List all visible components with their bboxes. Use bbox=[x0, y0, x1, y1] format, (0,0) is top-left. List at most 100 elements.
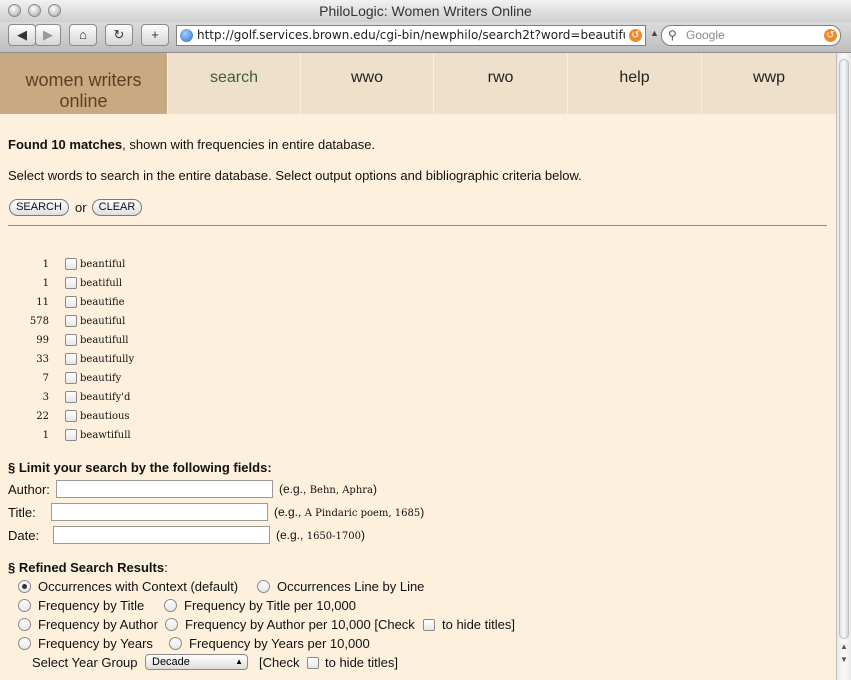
search-magnifier-icon: ⚲ bbox=[668, 28, 677, 42]
radio-freq-author[interactable] bbox=[18, 618, 31, 631]
opt-freq-years-10k-label: Frequency by Years per 10,000 bbox=[189, 636, 370, 651]
radio-freq-title-10k[interactable] bbox=[164, 599, 177, 612]
opt-freq-title-10k-label: Frequency by Title per 10,000 bbox=[184, 598, 356, 613]
refined-heading-text: § Refined Search Results bbox=[8, 560, 165, 575]
author-label: Author: bbox=[8, 482, 50, 497]
date-field[interactable] bbox=[53, 526, 270, 544]
clear-button[interactable]: CLEAR bbox=[92, 199, 142, 216]
word-checkbox[interactable] bbox=[65, 277, 77, 289]
year-group-value: Decade bbox=[152, 656, 190, 668]
google-search-placeholder: Google bbox=[686, 28, 725, 42]
address-text: http://golf.services.brown.edu/cgi-bin/n… bbox=[197, 28, 625, 42]
title-label: Title: bbox=[8, 505, 36, 520]
word-checkbox[interactable] bbox=[65, 258, 77, 270]
author-example-value: Behn, Aphra bbox=[309, 485, 374, 496]
nav-tab-wwp[interactable]: wwp bbox=[701, 53, 836, 114]
radio-freq-years-10k[interactable] bbox=[169, 637, 182, 650]
back-button[interactable]: ◀ bbox=[8, 24, 36, 46]
scrollbar-thumb[interactable] bbox=[839, 59, 849, 639]
title-example-prefix: (e.g., bbox=[274, 505, 302, 519]
or-text: or bbox=[75, 200, 87, 215]
instructions: Select words to search in the entire dat… bbox=[8, 168, 582, 183]
google-search-field[interactable]: ⚲ Google ↺ bbox=[661, 25, 841, 46]
list-item: 578 beautiful bbox=[0, 312, 300, 331]
window-title: PhiloLogic: Women Writers Online bbox=[319, 3, 532, 19]
add-bookmark-button[interactable]: + bbox=[141, 24, 169, 46]
word-count: 11 bbox=[36, 297, 49, 308]
list-item: 3 beautify'd bbox=[0, 388, 300, 407]
list-item: 99 beautifull bbox=[0, 331, 300, 350]
reload-button[interactable]: ↻ bbox=[105, 24, 133, 46]
logo-line-2: online bbox=[59, 91, 108, 111]
year-group-select[interactable]: Decade ▲ bbox=[145, 654, 248, 670]
author-field[interactable] bbox=[56, 480, 273, 498]
search-snapback-icon[interactable]: ↺ bbox=[824, 29, 837, 42]
word-count: 7 bbox=[42, 373, 49, 384]
year-check-label: [Check bbox=[259, 655, 300, 670]
forward-button[interactable]: ▶ bbox=[35, 24, 61, 46]
list-item: 1 beatifull bbox=[0, 274, 300, 293]
word-label: beautify bbox=[80, 373, 122, 384]
search-button[interactable]: SEARCH bbox=[9, 199, 69, 216]
page-content: women writers online search wwo rwo help… bbox=[0, 53, 836, 680]
refined-heading-colon: : bbox=[164, 560, 168, 575]
word-checkbox[interactable] bbox=[65, 372, 77, 384]
word-checkbox[interactable] bbox=[65, 391, 77, 403]
address-bar[interactable]: http://golf.services.brown.edu/cgi-bin/n… bbox=[176, 25, 646, 46]
word-checkbox[interactable] bbox=[65, 315, 77, 327]
word-label: beautious bbox=[80, 411, 130, 422]
list-item: 1 beawtifull bbox=[0, 426, 300, 445]
word-label: beautifull bbox=[80, 335, 129, 346]
plus-icon: + bbox=[151, 27, 159, 42]
word-checkbox[interactable] bbox=[65, 334, 77, 346]
word-checkbox[interactable] bbox=[65, 353, 77, 365]
reload-icon: ↻ bbox=[113, 27, 125, 42]
nav-tab-rwo[interactable]: rwo bbox=[433, 53, 567, 114]
home-button[interactable]: ⌂ bbox=[69, 24, 97, 46]
scroll-up-arrow-icon[interactable]: ▲ bbox=[839, 641, 849, 652]
window-titlebar: PhiloLogic: Women Writers Online bbox=[0, 0, 851, 23]
date-label: Date: bbox=[8, 528, 40, 543]
nav-tab-wwo[interactable]: wwo bbox=[300, 53, 433, 114]
opt-context-label: Occurrences with Context (default) bbox=[38, 579, 239, 594]
word-label: beautiful bbox=[80, 316, 126, 327]
snapback-icon[interactable]: ↺ bbox=[629, 29, 642, 42]
list-item: 33 beautifully bbox=[0, 350, 300, 369]
radio-freq-years[interactable] bbox=[18, 637, 31, 650]
hide-titles-author-checkbox[interactable] bbox=[423, 619, 435, 631]
list-item: 1 beantiful bbox=[0, 255, 300, 274]
radio-line[interactable] bbox=[257, 580, 270, 593]
author-example: (e.g., Behn, Aphra) bbox=[279, 482, 377, 496]
found-summary: Found 10 matches, shown with frequencies… bbox=[8, 137, 375, 152]
word-count: 22 bbox=[36, 411, 49, 422]
select-arrows-icon: ▲ bbox=[235, 657, 243, 666]
word-checkbox[interactable] bbox=[65, 429, 77, 441]
word-count: 33 bbox=[36, 354, 49, 365]
hide-titles-years-checkbox[interactable] bbox=[307, 657, 319, 669]
site-logo[interactable]: women writers online bbox=[0, 53, 167, 114]
word-count: 1 bbox=[42, 430, 49, 441]
title-field[interactable] bbox=[51, 503, 268, 521]
list-item: 11 beautifie bbox=[0, 293, 300, 312]
limit-heading: § Limit your search by the following fie… bbox=[8, 460, 272, 475]
nav-tab-search[interactable]: search bbox=[167, 53, 300, 114]
site-nav: women writers online search wwo rwo help… bbox=[0, 53, 836, 114]
radio-context[interactable] bbox=[18, 580, 31, 593]
radio-freq-title[interactable] bbox=[18, 599, 31, 612]
list-item: 22 beautious bbox=[0, 407, 300, 426]
logo-line-1: women writers bbox=[25, 70, 142, 90]
word-checkbox[interactable] bbox=[65, 296, 77, 308]
date-example-value: 1650-1700 bbox=[306, 531, 361, 542]
url-dropdown-icon[interactable]: ▲ bbox=[650, 28, 659, 38]
vertical-scrollbar[interactable]: ▲ ▼ bbox=[836, 53, 851, 680]
list-item: 7 beautify bbox=[0, 369, 300, 388]
word-checkbox[interactable] bbox=[65, 410, 77, 422]
year-hide-titles-label: to hide titles] bbox=[325, 655, 398, 670]
radio-freq-author-10k[interactable] bbox=[165, 618, 178, 631]
word-count: 578 bbox=[29, 316, 49, 327]
word-label: beawtifull bbox=[80, 430, 131, 441]
scroll-down-arrow-icon[interactable]: ▼ bbox=[839, 654, 849, 665]
nav-tab-help[interactable]: help bbox=[567, 53, 701, 114]
author-example-prefix: (e.g., bbox=[279, 482, 307, 496]
date-example-suffix: ) bbox=[360, 528, 365, 542]
